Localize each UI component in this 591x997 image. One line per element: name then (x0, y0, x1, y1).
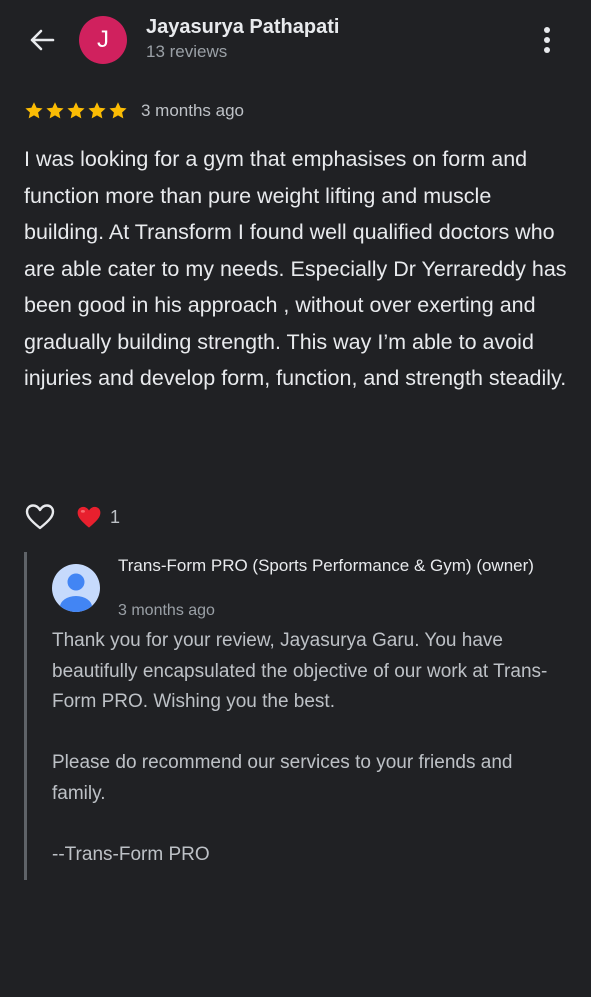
arrow-left-icon (30, 29, 55, 51)
reply-paragraph: Please do recommend our services to your… (52, 752, 513, 804)
star-icon (88, 102, 106, 119)
reaction-chip[interactable]: 1 (76, 504, 120, 530)
star-icon (67, 102, 85, 119)
reply-signature: --Trans-Form PRO (52, 843, 210, 865)
red-heart-icon (77, 506, 101, 528)
person-icon (52, 564, 100, 612)
reply-text: Thank you for your review, Jayasurya Gar… (52, 626, 567, 870)
reply-paragraph: Thank you for your review, Jayasurya Gar… (52, 630, 548, 712)
reviewer-name[interactable]: Jayasurya Pathapati (146, 16, 339, 39)
review-text: I was looking for a gym that emphasises … (24, 147, 567, 390)
back-button[interactable] (26, 24, 58, 56)
review-header: J Jayasurya Pathapati 13 reviews (0, 0, 591, 90)
heart-outline-icon (25, 504, 55, 530)
owner-name: Trans-Form PRO (Sports Performance & Gym… (118, 556, 534, 575)
review-date: 3 months ago (141, 101, 245, 120)
star-rating (24, 101, 129, 121)
owner-reply: Trans-Form PRO (Sports Performance & Gym… (24, 552, 572, 880)
review-actions: 1 (24, 500, 120, 534)
reaction-count: 1 (110, 506, 121, 527)
more-vertical-icon (535, 27, 559, 53)
star-icon (46, 102, 64, 119)
rating-row: 3 months ago (24, 98, 244, 124)
review-count: 13 reviews (146, 42, 228, 61)
star-icon (109, 102, 127, 119)
reply-date: 3 months ago (118, 602, 215, 619)
more-options-button[interactable] (535, 24, 559, 56)
star-icon (25, 102, 43, 119)
like-button[interactable] (24, 501, 56, 533)
reviewer-avatar[interactable]: J (79, 16, 127, 64)
